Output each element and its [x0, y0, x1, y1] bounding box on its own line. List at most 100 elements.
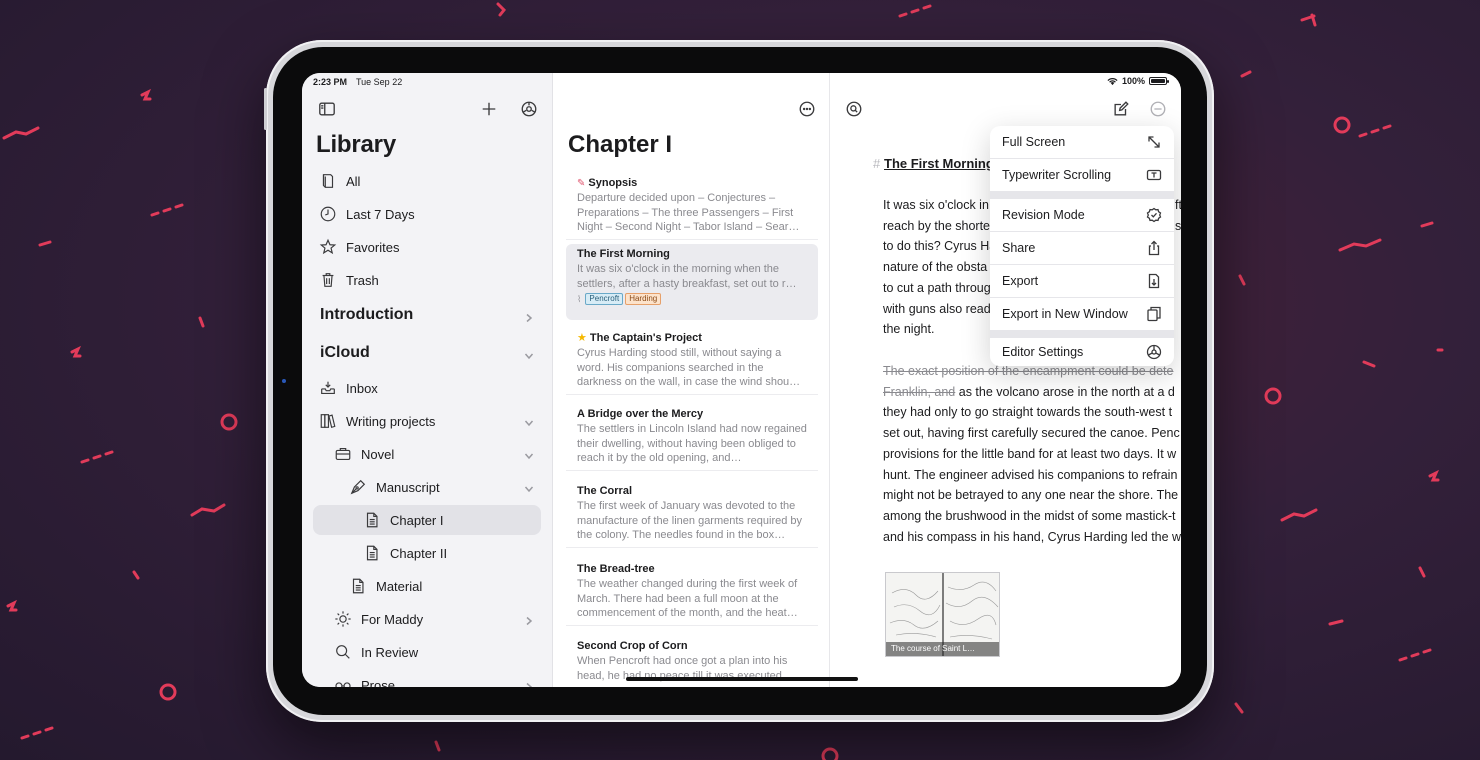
- sidebar-item-chapter-2[interactable]: Chapter II: [302, 538, 552, 568]
- text-line: provisions for the little band for at le…: [883, 446, 1177, 461]
- battery-icon: [1149, 77, 1169, 85]
- editor-options-menu: Full Screen Typewriter Scrolling Revisio…: [990, 126, 1174, 366]
- inbox-icon: [318, 378, 338, 398]
- text-line: as the volcano arose in the north at a d: [958, 384, 1175, 399]
- sidebar-item-prose[interactable]: Prose: [302, 670, 552, 687]
- volume-button: [264, 88, 267, 130]
- doc-title: A Bridge over the Mercy: [577, 408, 704, 420]
- add-icon[interactable]: [477, 97, 501, 121]
- sidebar-item-trash[interactable]: Trash: [302, 265, 552, 295]
- editor-heading[interactable]: # The First Morning: [873, 156, 994, 171]
- sidebar-item-in-review[interactable]: In Review: [302, 637, 552, 667]
- sidebar-item-label: Trash: [346, 272, 379, 288]
- sidebar-item-label: Chapter I: [390, 512, 444, 528]
- inline-image[interactable]: The course of Saint L…: [885, 572, 1000, 657]
- sidebar-item-label: All: [346, 173, 361, 189]
- text-line: ft: [1175, 198, 1181, 212]
- briefcase-icon: [333, 444, 353, 464]
- doc-title: The Corral: [577, 485, 633, 497]
- pen-nib-icon: [348, 477, 368, 497]
- camera: [282, 379, 286, 383]
- menu-item-share[interactable]: Share: [990, 232, 1174, 264]
- list-item-the-bread-tree[interactable]: The Bread-tree The weather changed durin…: [566, 559, 818, 626]
- sidebar-item-for-maddy[interactable]: For Maddy: [302, 604, 552, 634]
- sidebar-item-favorites[interactable]: Favorites: [302, 232, 552, 262]
- menu-item-revision-mode[interactable]: Revision Mode: [990, 199, 1174, 231]
- search-icon[interactable]: [842, 97, 866, 121]
- text-line: they had only to go straight towards the…: [883, 405, 1173, 420]
- section-introduction[interactable]: Introduction: [302, 300, 552, 330]
- sidebar-item-label: In Review: [361, 644, 419, 660]
- battery-percent: 100%: [1121, 76, 1145, 86]
- chevron-down-icon: [524, 416, 534, 427]
- sidebar-item-material[interactable]: Material: [302, 571, 552, 601]
- sidebar-item-writing-projects[interactable]: Writing projects: [302, 406, 552, 436]
- sidebar-item-last-7-days[interactable]: Last 7 Days: [302, 199, 552, 229]
- menu-divider: [990, 191, 1174, 199]
- wifi-icon: [1107, 77, 1118, 85]
- star-icon: ★: [577, 332, 587, 344]
- paperclip-icon: ⌇: [577, 293, 582, 304]
- menu-item-export[interactable]: Export: [990, 265, 1174, 297]
- sidebar-item-label: Novel: [361, 446, 395, 462]
- sidebar-toggle-icon[interactable]: [315, 97, 339, 121]
- document-list-panel: Chapter I ✎ Synopsis Departure decided up…: [554, 73, 830, 687]
- menu-item-full-screen[interactable]: Full Screen: [990, 126, 1174, 158]
- doc-title: The First Morning: [577, 248, 670, 260]
- list-item-synopsis[interactable]: ✎ Synopsis Departure decided upon – Conje…: [566, 173, 818, 240]
- menu-item-label: Share: [1002, 241, 1036, 255]
- sun-icon: [333, 609, 353, 629]
- document-icon: [362, 543, 382, 563]
- image-caption: The course of Saint L…: [886, 642, 999, 656]
- doc-title: Synopsis: [588, 177, 638, 189]
- text-line: and his compass in his hand, Cyrus Hardi…: [883, 529, 1181, 544]
- settings-gear-icon[interactable]: [517, 97, 541, 121]
- chevron-down-icon: [524, 449, 534, 460]
- more-options-icon[interactable]: [795, 97, 819, 121]
- tag-harding[interactable]: Harding: [625, 293, 662, 305]
- sidebar-item-chapter-1[interactable]: Chapter I: [313, 505, 541, 535]
- list-item-the-first-morning[interactable]: The First Morning It was six o'clock in …: [566, 244, 818, 320]
- book-icon: [318, 171, 338, 191]
- star-icon: [318, 237, 338, 257]
- editor-paragraph-2[interactable]: The exact position of the encampment cou…: [883, 361, 1181, 547]
- list-item-the-corral[interactable]: The Corral The first week of January was…: [566, 481, 818, 548]
- doc-preview: When Pencroft had once got a plan into h…: [577, 655, 788, 682]
- sidebar-item-novel[interactable]: Novel: [302, 439, 552, 469]
- share-icon: [1146, 240, 1162, 256]
- heading-marker: #: [873, 156, 881, 171]
- menu-item-export-in-new-window[interactable]: Export in New Window: [990, 298, 1174, 330]
- trash-icon: [318, 270, 338, 290]
- list-item-the-captains-project[interactable]: ★ The Captain's Project Cyrus Harding sto…: [566, 327, 818, 395]
- doc-preview: The settlers in Lincoln Island had now r…: [577, 423, 807, 465]
- chevron-down-icon: [524, 348, 534, 360]
- menu-item-typewriter-scrolling[interactable]: Typewriter Scrolling: [990, 159, 1174, 191]
- section-label: Introduction: [320, 306, 414, 323]
- status-time: 2:23 PM: [313, 77, 348, 87]
- sidebar-item-inbox[interactable]: Inbox: [302, 373, 552, 403]
- doc-title: Second Crop of Corn: [577, 640, 688, 652]
- menu-item-label: Revision Mode: [1002, 208, 1085, 222]
- menu-item-label: Typewriter Scrolling: [1002, 168, 1112, 182]
- section-icloud[interactable]: iCloud: [302, 338, 552, 368]
- text-line: hunt. The engineer advised his companion…: [883, 467, 1178, 482]
- compose-icon[interactable]: [1109, 97, 1133, 121]
- sidebar-item-label: Inbox: [346, 380, 378, 396]
- menu-item-editor-settings[interactable]: Editor Settings: [990, 338, 1174, 366]
- doc-preview: It was six o'clock in the morning when t…: [577, 263, 797, 290]
- sidebar-item-manuscript[interactable]: Manuscript: [302, 472, 552, 502]
- doc-preview: Cyrus Harding stood still, without sayin…: [577, 347, 801, 389]
- more-options-icon[interactable]: [1146, 97, 1170, 121]
- sidebar-item-all[interactable]: All: [302, 166, 552, 196]
- export-doc-icon: [1146, 273, 1162, 289]
- library-title: Library: [316, 131, 396, 158]
- heading-text: The First Morning: [884, 156, 994, 171]
- chevron-right-icon: [524, 614, 534, 626]
- menu-item-label: Export in New Window: [1002, 307, 1128, 321]
- new-window-icon: [1146, 306, 1162, 322]
- checkmark-seal-icon: [1146, 207, 1162, 223]
- list-item-a-bridge-over-the-mercy[interactable]: A Bridge over the Mercy The settlers in …: [566, 404, 818, 471]
- tag-pencroft[interactable]: Pencroft: [585, 293, 624, 305]
- text-line: might not be betrayed to any one near th…: [883, 488, 1179, 503]
- settings-icon: [1146, 344, 1162, 360]
